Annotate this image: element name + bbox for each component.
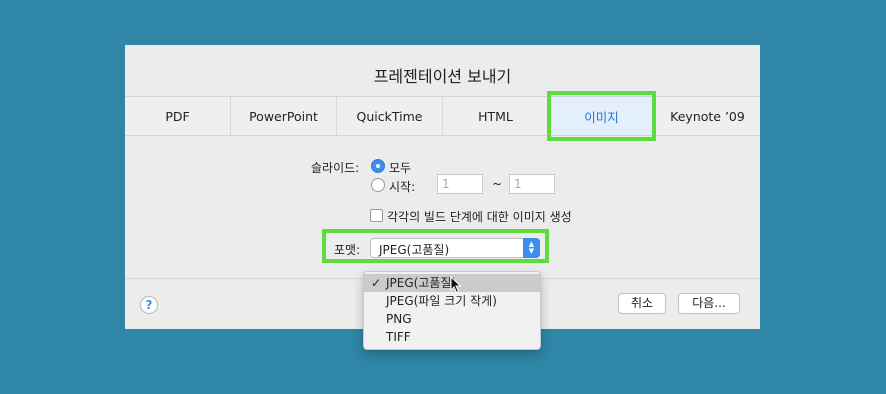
slides-all-label: 모두 (389, 161, 412, 175)
format-label: 포맷: (334, 243, 361, 257)
export-format-tabs: PDF PowerPoint QuickTime HTML 이미지 Keynot… (125, 91, 760, 141)
slides-all-radio[interactable] (371, 159, 385, 173)
slides-from-field[interactable]: 1 (437, 174, 483, 194)
slides-to-field[interactable]: 1 (509, 174, 555, 194)
range-separator: ~ (492, 177, 503, 191)
next-button[interactable]: 다음... (678, 293, 740, 314)
help-button[interactable]: ? (140, 296, 158, 314)
format-option-png[interactable]: PNG (364, 310, 540, 328)
tab-pdf[interactable]: PDF (125, 97, 231, 135)
build-stages-label: 각각의 빌드 단계에 대한 이미지 생성 (387, 210, 572, 224)
format-select[interactable]: JPEG(고품질) ▲ ▼ (370, 238, 540, 258)
chevron-updown-icon: ▲ ▼ (523, 238, 540, 258)
slides-label: 슬라이드: (311, 161, 360, 175)
slides-range-radio[interactable] (371, 178, 385, 192)
format-option-jpeg-small[interactable]: JPEG(파일 크기 작게) (364, 292, 540, 310)
mouse-pointer-icon (450, 276, 462, 294)
format-option-tiff[interactable]: TIFF (364, 328, 540, 346)
format-selected-value: JPEG(고품질) (379, 243, 450, 257)
tab-images[interactable]: 이미지 (547, 91, 656, 141)
tab-html[interactable]: HTML (443, 97, 549, 135)
cancel-button[interactable]: 취소 (618, 293, 666, 314)
tab-quicktime[interactable]: QuickTime (337, 97, 443, 135)
dialog-title: 프레젠테이션 보내기 (373, 67, 512, 86)
tab-powerpoint[interactable]: PowerPoint (231, 97, 337, 135)
slides-from-label: 시작: (389, 180, 416, 194)
tab-keynote09[interactable]: Keynote ’09 (655, 97, 760, 135)
checkmark-icon: ✓ (371, 276, 382, 290)
build-stages-checkbox[interactable] (370, 209, 383, 222)
